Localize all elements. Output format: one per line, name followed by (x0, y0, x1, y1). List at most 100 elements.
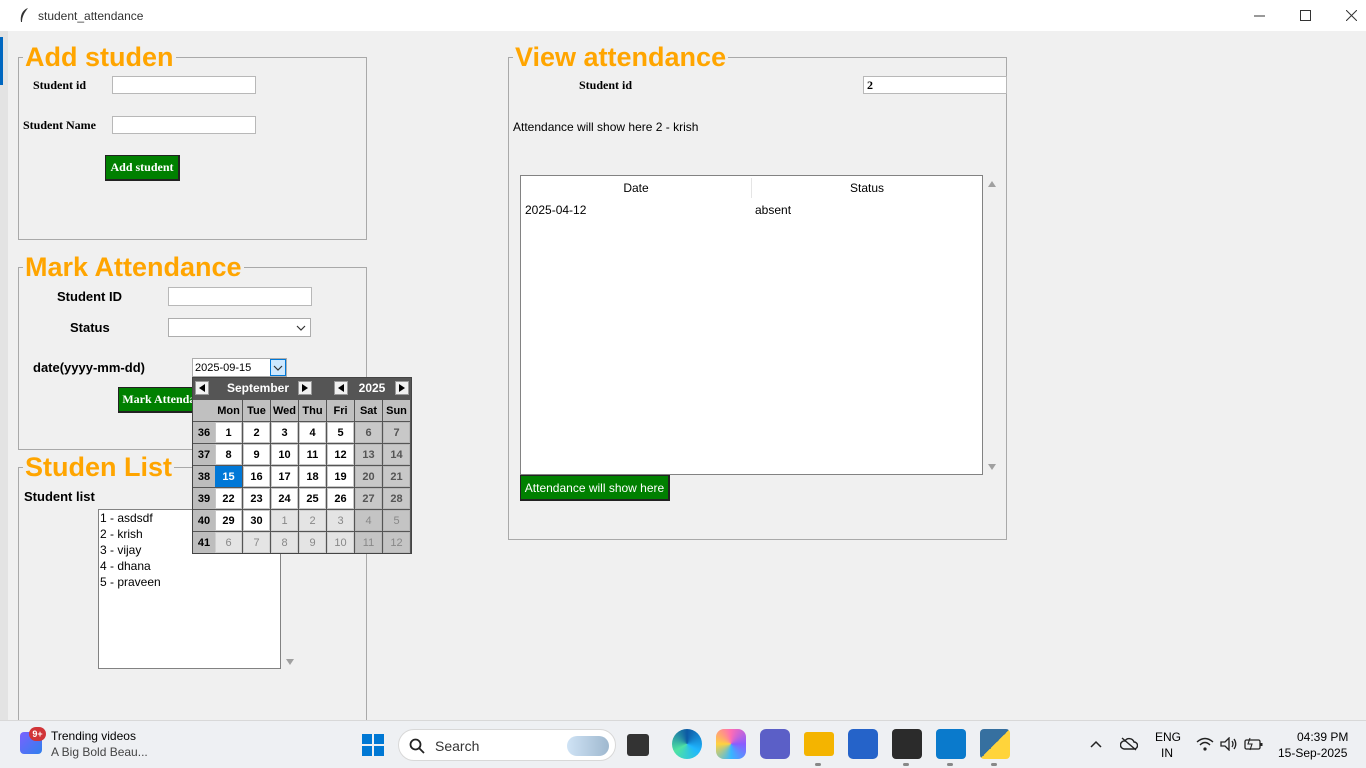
next-year-button[interactable] (395, 381, 409, 395)
calendar-day[interactable]: 12 (327, 444, 354, 465)
calendar-day[interactable]: 9 (243, 444, 270, 465)
microsoft-store-icon[interactable] (848, 729, 878, 759)
calendar-day[interactable]: 5 (327, 422, 354, 443)
clock-date[interactable]: 15-Sep-2025 (1278, 746, 1347, 760)
prev-month-button[interactable] (195, 381, 209, 395)
status-label: Status (70, 320, 110, 335)
calendar-day[interactable]: 2 (299, 510, 326, 531)
calendar-day[interactable]: 11 (299, 444, 326, 465)
close-button[interactable] (1328, 0, 1366, 31)
calendar-day[interactable]: 29 (215, 510, 242, 531)
task-view-icon[interactable] (627, 734, 649, 756)
calendar-day[interactable]: 1 (215, 422, 242, 443)
terminal-icon[interactable] (892, 729, 922, 759)
language-bottom[interactable]: IN (1161, 746, 1173, 760)
maximize-button[interactable] (1282, 0, 1328, 31)
scroll-down-arrow-icon[interactable] (285, 658, 295, 666)
widget-subtitle[interactable]: A Big Bold Beau... (51, 745, 148, 759)
copilot-icon[interactable] (716, 729, 746, 759)
calendar-day[interactable]: 4 (355, 510, 382, 531)
student-name-input[interactable] (112, 116, 256, 134)
calendar-day[interactable]: 13 (355, 444, 382, 465)
add-student-legend: Add studen (23, 42, 176, 72)
list-item[interactable]: 5 - praveen (99, 574, 280, 590)
minimize-button[interactable] (1236, 0, 1282, 31)
calendar-day[interactable]: 24 (271, 488, 298, 509)
scroll-down-arrow-icon[interactable] (987, 463, 997, 471)
calendar-day[interactable]: 21 (383, 466, 410, 487)
calendar-day-selected[interactable]: 15 (215, 466, 242, 487)
cloud-off-icon[interactable] (1120, 737, 1138, 751)
date-dropdown-button[interactable] (270, 359, 286, 376)
calendar-day[interactable]: 8 (215, 444, 242, 465)
add-student-id-input[interactable] (112, 76, 256, 94)
day-header-tue: Tue (243, 400, 270, 421)
prev-year-button[interactable] (334, 381, 348, 395)
calendar-day[interactable]: 5 (383, 510, 410, 531)
mark-student-id-input[interactable] (168, 287, 312, 306)
calendar-day[interactable]: 20 (355, 466, 382, 487)
clock-time[interactable]: 04:39 PM (1297, 730, 1348, 744)
list-item[interactable]: 4 - dhana (99, 558, 280, 574)
show-attendance-button[interactable]: Attendance will show here (520, 475, 670, 501)
column-header-date[interactable]: Date (521, 176, 751, 200)
day-header-thu: Thu (299, 400, 326, 421)
calendar-day[interactable]: 16 (243, 466, 270, 487)
calendar-day[interactable]: 11 (355, 532, 382, 553)
search-highlight-image (567, 736, 609, 756)
file-explorer-icon[interactable] (804, 732, 834, 756)
calendar-day[interactable]: 4 (299, 422, 326, 443)
attendance-table[interactable]: Date Status 2025-04-12 absent (520, 175, 983, 475)
calendar-day[interactable]: 19 (327, 466, 354, 487)
volume-icon[interactable] (1220, 737, 1238, 751)
widget-title[interactable]: Trending videos (51, 729, 136, 743)
battery-icon[interactable] (1244, 737, 1264, 751)
calendar-day[interactable]: 10 (271, 444, 298, 465)
python-icon[interactable] (980, 729, 1010, 759)
calendar-day[interactable]: 28 (383, 488, 410, 509)
edge-browser-icon[interactable] (672, 729, 702, 759)
calendar-day[interactable]: 7 (243, 532, 270, 553)
date-picker-calendar[interactable]: September 2025 Mon Tue Wed Thu Fri Sat Sun 36 1 2… (192, 377, 412, 554)
next-month-button[interactable] (298, 381, 312, 395)
calendar-day[interactable]: 25 (299, 488, 326, 509)
scroll-up-arrow-icon[interactable] (987, 180, 997, 188)
attendance-info-text: Attendance will show here 2 - krish (513, 120, 699, 134)
calendar-day[interactable]: 17 (271, 466, 298, 487)
week-number: 37 (193, 444, 215, 465)
table-row[interactable]: 2025-04-12 absent (521, 200, 982, 220)
calendar-day[interactable]: 3 (327, 510, 354, 531)
calendar-day[interactable]: 23 (243, 488, 270, 509)
wifi-icon[interactable] (1196, 737, 1214, 751)
calendar-day[interactable]: 12 (383, 532, 410, 553)
column-header-status[interactable]: Status (752, 176, 982, 200)
calendar-day[interactable]: 27 (355, 488, 382, 509)
language-top[interactable]: ENG (1155, 730, 1181, 744)
feather-app-icon (20, 8, 28, 22)
vscode-icon[interactable] (936, 729, 966, 759)
calendar-day[interactable]: 22 (215, 488, 242, 509)
calendar-day[interactable]: 3 (271, 422, 298, 443)
date-entry[interactable]: 2025-09-15 (192, 358, 287, 377)
calendar-day[interactable]: 7 (383, 422, 410, 443)
calendar-day[interactable]: 2 (243, 422, 270, 443)
calendar-day[interactable]: 6 (355, 422, 382, 443)
calendar-day[interactable]: 14 (383, 444, 410, 465)
windows-start-icon[interactable] (362, 734, 384, 756)
calendar-day[interactable]: 30 (243, 510, 270, 531)
calendar-day[interactable]: 9 (299, 532, 326, 553)
taskbar-search-box[interactable]: Search (398, 729, 616, 761)
calendar-day[interactable]: 10 (327, 532, 354, 553)
calendar-day[interactable]: 26 (327, 488, 354, 509)
status-combobox[interactable] (168, 318, 311, 337)
student-id-label: Student id (33, 78, 87, 92)
view-student-id-input[interactable]: 2 (863, 76, 1007, 94)
student-list-label: Student list (24, 489, 95, 504)
teams-icon[interactable] (760, 729, 790, 759)
calendar-day[interactable]: 6 (215, 532, 242, 553)
calendar-day[interactable]: 1 (271, 510, 298, 531)
chevron-up-icon[interactable] (1090, 740, 1102, 748)
calendar-day[interactable]: 18 (299, 466, 326, 487)
calendar-day[interactable]: 8 (271, 532, 298, 553)
add-student-button[interactable]: Add student (105, 155, 180, 181)
